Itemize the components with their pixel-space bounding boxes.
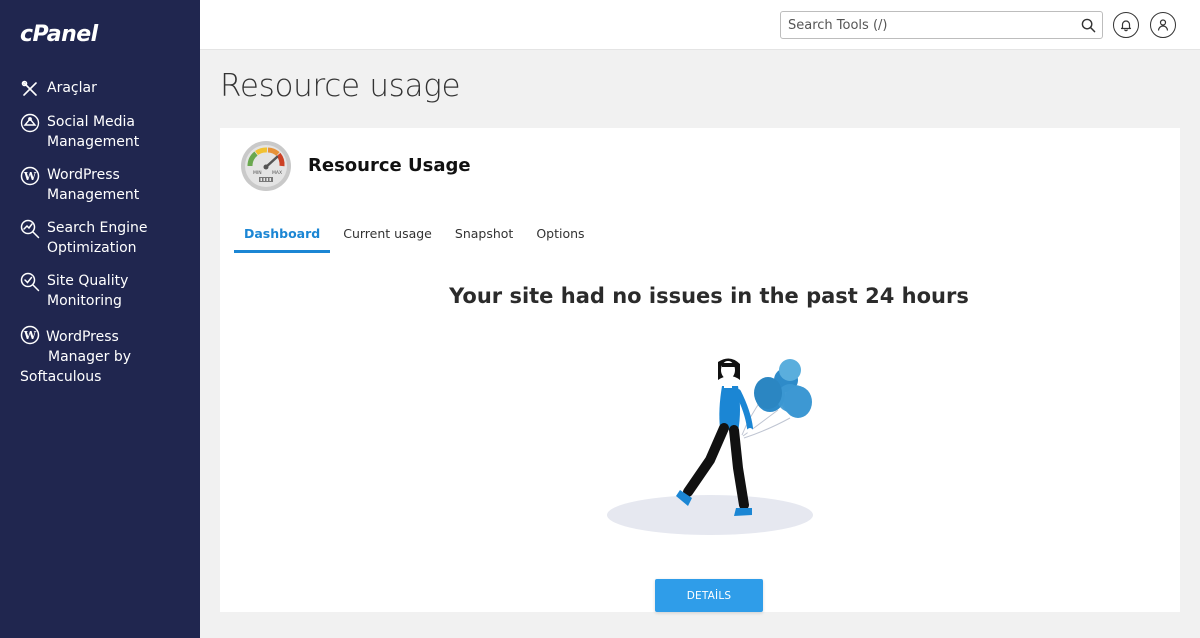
details-button[interactable]: DETAİLS	[655, 579, 763, 612]
bell-icon	[1120, 20, 1132, 32]
page-title: Resource usage	[220, 68, 461, 104]
search-box[interactable]	[780, 11, 1103, 39]
gauge-min-label: MIN	[253, 170, 262, 176]
sidebar-item-label: Search Engine Optimization	[47, 220, 148, 256]
svg-text:W: W	[23, 329, 37, 342]
wordpress-icon: W	[20, 325, 40, 345]
resource-gauge-icon: MIN MAX	[241, 141, 291, 191]
app-title: Resource Usage	[308, 155, 471, 176]
sidebar-item-seo[interactable]: Search Engine Optimization	[0, 218, 200, 258]
sidebar-item-social-media[interactable]: Social Media Management	[0, 112, 200, 152]
search-input[interactable]	[781, 12, 1071, 38]
site-quality-icon	[20, 272, 40, 292]
sidebar-item-wordpress-manager[interactable]: W WordPress Manager by Softaculous	[0, 324, 200, 387]
social-media-icon	[20, 113, 40, 133]
sidebar-nav: Araçlar Social Media Management W WordPr…	[0, 78, 200, 400]
svg-text:W: W	[23, 170, 37, 183]
top-bar	[200, 0, 1200, 50]
cpanel-logo[interactable]: cPanel	[20, 22, 98, 47]
tab-snapshot[interactable]: Snapshot	[455, 224, 513, 253]
sidebar-item-site-quality[interactable]: Site Quality Monitoring	[0, 271, 200, 311]
gauge-max-label: MAX	[272, 170, 282, 176]
sidebar-item-label: Site Quality Monitoring	[47, 273, 129, 309]
sidebar-item-label: Social Media Management	[47, 114, 140, 150]
sidebar-item-label: Araçlar	[47, 80, 97, 96]
tab-options[interactable]: Options	[536, 224, 584, 253]
sidebar-item-araclar[interactable]: Araçlar	[0, 78, 200, 99]
status-message: Your site had no issues in the past 24 h…	[449, 284, 969, 308]
seo-icon	[20, 219, 40, 239]
search-icon[interactable]	[1081, 18, 1096, 33]
notifications-button[interactable]	[1113, 12, 1139, 38]
resource-usage-panel: MIN MAX Resource Usage Dashboard Current…	[220, 128, 1180, 612]
balloon-woman-illustration	[607, 358, 813, 535]
tab-current-usage[interactable]: Current usage	[343, 224, 432, 253]
sidebar-item-wordpress-management[interactable]: W WordPress Management	[0, 165, 200, 205]
tab-dashboard[interactable]: Dashboard	[234, 224, 331, 253]
wordpress-icon: W	[20, 166, 40, 186]
tools-icon	[21, 80, 37, 96]
user-menu-button[interactable]	[1150, 12, 1176, 38]
tab-bar: Dashboard Current usage Snapshot Options	[234, 224, 608, 253]
user-icon	[1157, 19, 1169, 31]
sidebar: cPanel Araçlar Social Media Management W…	[0, 0, 200, 638]
sidebar-item-label: WordPress Management	[47, 167, 140, 203]
